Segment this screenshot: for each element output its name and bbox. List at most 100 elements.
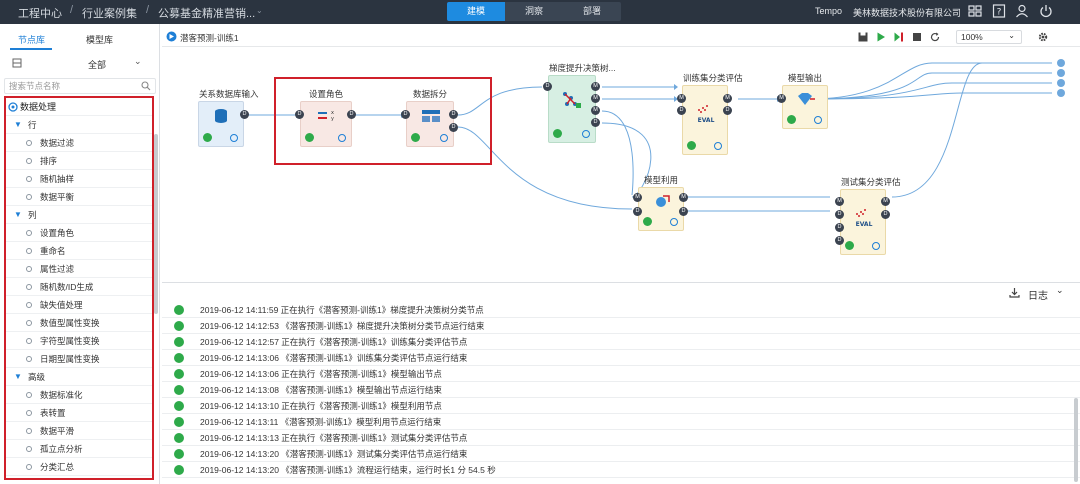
zoom-select[interactable]: 100% ⌄ (956, 30, 1022, 44)
tree-item[interactable]: 属性过滤 (6, 260, 152, 278)
input-port[interactable]: D (835, 236, 844, 245)
inspect-icon[interactable] (814, 116, 822, 124)
node-search-input[interactable]: 搜索节点名称 (4, 78, 156, 94)
save-icon[interactable] (858, 32, 868, 42)
layout-icon[interactable] (12, 58, 22, 68)
tab-modeling[interactable]: 建模 (447, 2, 505, 21)
success-check-icon (174, 369, 184, 379)
breadcrumb-project-center[interactable]: 工程中心 (18, 5, 62, 21)
tab-model-library[interactable]: 模型库 (86, 33, 113, 46)
power-icon[interactable] (1039, 4, 1053, 18)
node-model-output[interactable]: 模型输出 (782, 73, 828, 129)
output-port[interactable]: D (347, 110, 356, 119)
output-port-model[interactable]: M (591, 82, 600, 91)
tree-item[interactable]: 随机数/ID生成 (6, 278, 152, 296)
tab-node-library[interactable]: 节点库 (18, 33, 45, 46)
run-from-here-icon[interactable] (894, 32, 904, 42)
tree-item[interactable]: 日期型属性变换 (6, 350, 152, 368)
chevron-down-icon[interactable]: ⌄ (256, 6, 263, 15)
inspect-icon[interactable] (440, 134, 448, 142)
output-port[interactable]: D (591, 118, 600, 127)
svg-text:?: ? (997, 8, 1002, 18)
input-port-model[interactable]: M (835, 197, 844, 206)
tree-item[interactable]: 随机抽样 (6, 170, 152, 188)
input-port-model[interactable]: M (677, 94, 686, 103)
tree-item[interactable]: 缺失值处理 (6, 296, 152, 314)
tree-group-row[interactable]: ▼ 行 (6, 116, 152, 134)
chevron-down-icon[interactable]: ⌄ (134, 56, 142, 67)
breadcrumb-current-project[interactable]: 公募基金精准营销... (158, 5, 255, 21)
chevron-down-icon[interactable]: ⌄ (1056, 285, 1064, 296)
tree-scrollbar[interactable] (154, 134, 158, 314)
tree-item[interactable]: 设置角色 (6, 224, 152, 242)
caret-down-icon[interactable]: ▼ (14, 116, 22, 134)
output-port-model[interactable]: M (723, 94, 732, 103)
inspect-icon[interactable] (230, 134, 238, 142)
tree-item[interactable]: 表转置 (6, 404, 152, 422)
refresh-icon[interactable] (930, 32, 940, 42)
node-test-eval[interactable]: 测试集分类评估 EVAL (840, 177, 901, 255)
stop-icon[interactable] (912, 32, 922, 42)
input-port[interactable]: D (401, 110, 410, 119)
tree-item[interactable]: 字符型属性变换 (6, 332, 152, 350)
help-icon[interactable]: ? (992, 4, 1006, 18)
output-port-model[interactable]: M (591, 106, 600, 115)
search-icon[interactable] (141, 81, 151, 91)
inspect-icon[interactable] (338, 134, 346, 142)
tree-group-row[interactable]: ▼ 列 (6, 206, 152, 224)
output-port[interactable]: D (881, 210, 890, 219)
tree-item[interactable]: 分类汇总 (6, 458, 152, 476)
user-icon[interactable] (1015, 4, 1029, 18)
output-port-model[interactable]: M (591, 94, 600, 103)
output-port[interactable]: D (449, 110, 458, 119)
log-label[interactable]: 日志 (1028, 287, 1048, 302)
node-train-eval[interactable]: 训练集分类评估 EVAL (682, 73, 743, 155)
node-db-input[interactable]: 关系数据库输入 (198, 89, 259, 147)
download-icon[interactable] (1009, 287, 1020, 298)
category-filter-select[interactable]: 全部 (88, 58, 106, 71)
tree-item[interactable]: 孤立点分析 (6, 440, 152, 458)
inspect-icon[interactable] (714, 142, 722, 150)
input-port-model[interactable]: M (777, 94, 786, 103)
node-model-apply[interactable]: 模型利用 (638, 175, 684, 231)
tree-item[interactable]: 数据过滤 (6, 134, 152, 152)
node-gbdt[interactable]: 梯度提升决策树... (548, 63, 616, 143)
tab-deploy[interactable]: 部署 (563, 2, 621, 21)
tree-item[interactable]: 数据平衡 (6, 188, 152, 206)
input-port[interactable]: D (677, 106, 686, 115)
run-icon[interactable] (876, 32, 886, 42)
input-port[interactable]: D (295, 110, 304, 119)
inspect-icon[interactable] (872, 242, 880, 250)
breadcrumb-case-set[interactable]: 行业案例集 (82, 5, 137, 21)
input-port-model[interactable]: M (633, 193, 642, 202)
node-set-role[interactable]: 设置角色 x y (300, 89, 352, 147)
output-port[interactable]: D (723, 106, 732, 115)
caret-down-icon[interactable]: ▼ (14, 368, 22, 386)
tree-item[interactable]: 数据标准化 (6, 386, 152, 404)
output-port-model[interactable]: M (881, 197, 890, 206)
input-port[interactable]: D (543, 82, 552, 91)
tree-item[interactable]: 排序 (6, 152, 152, 170)
log-scrollbar[interactable] (1074, 398, 1078, 482)
tree-item[interactable]: 重命名 (6, 242, 152, 260)
output-port[interactable]: D (449, 123, 458, 132)
data-split-icon (422, 110, 440, 122)
inspect-icon[interactable] (582, 130, 590, 138)
node-data-split[interactable]: 数据拆分 (406, 89, 454, 147)
tab-insight[interactable]: 洞察 (505, 2, 563, 21)
tree-item[interactable]: 数据平滑 (6, 422, 152, 440)
input-port[interactable]: D (633, 207, 642, 216)
inspect-icon[interactable] (670, 218, 678, 226)
grid-icon[interactable] (968, 4, 982, 18)
workflow-canvas[interactable]: 关系数据库输入 D 设置角色 x y D D 数据拆分 D D D 梯度提升决策… (162, 46, 1080, 278)
output-port[interactable]: D (240, 110, 249, 119)
tree-item[interactable]: 数值型属性变换 (6, 314, 152, 332)
tree-root-data-processing[interactable]: 数据处理 (6, 98, 152, 116)
input-port[interactable]: D (835, 223, 844, 232)
settings-gear-icon[interactable] (1038, 32, 1048, 42)
input-port[interactable]: D (835, 210, 844, 219)
output-port[interactable]: D (679, 207, 688, 216)
tree-group-row[interactable]: ▼ 高级 (6, 368, 152, 386)
caret-down-icon[interactable]: ▼ (14, 206, 22, 224)
output-port-model[interactable]: M (679, 193, 688, 202)
